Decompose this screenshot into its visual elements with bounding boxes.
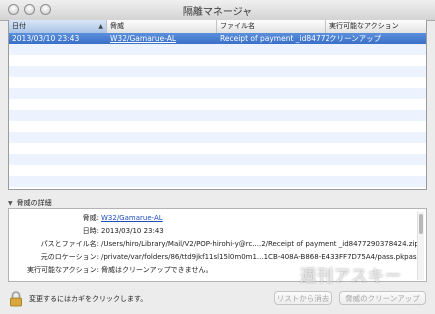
detail-value: 2013/03/10 23:43 — [101, 227, 164, 235]
empty-row — [9, 44, 426, 55]
empty-row — [9, 66, 426, 77]
column-header-date[interactable]: 日付 ▲ — [9, 20, 107, 33]
threat-table[interactable]: 日付 ▲ 脅威 ファイル名 実行可能なアクション 2013/03/10 23:4… — [8, 20, 427, 190]
detail-label: 元のロケーション: — [40, 253, 99, 261]
watermark-logo: 週刊アスキー — [300, 266, 403, 285]
detail-label: 日時: — [82, 227, 99, 235]
column-header-filename[interactable]: ファイル名 — [217, 20, 326, 33]
remove-from-list-button[interactable]: リストから消去 — [274, 291, 332, 305]
empty-row — [9, 121, 426, 132]
empty-row — [9, 143, 426, 154]
detail-label: 実行可能なアクション: — [26, 266, 99, 274]
empty-row — [9, 77, 426, 88]
empty-row — [9, 154, 426, 165]
detail-row-location: 元のロケーション: /private/var/folders/86/ttd9jk… — [9, 252, 421, 262]
cell-threat-link[interactable]: W32/Gamarue-AL — [107, 33, 220, 44]
cell-filename: Receipt of payment _id84772... — [220, 34, 329, 43]
table-header: 日付 ▲ 脅威 ファイル名 実行可能なアクション — [9, 20, 426, 34]
detail-value: /private/var/folders/86/ttd9jkf11sl15l0m… — [101, 253, 421, 261]
lock-status-text: 変更するにはカギをクリックします。 — [29, 295, 148, 303]
column-header-threat[interactable]: 脅威 — [107, 20, 217, 33]
sort-ascending-icon: ▲ — [98, 23, 103, 30]
detail-threat-link[interactable]: W32/Gamarue-AL — [101, 213, 421, 223]
empty-row — [9, 110, 426, 121]
column-header-label: 日付 — [12, 22, 26, 30]
window-title: 隔離マネージャ — [182, 7, 253, 18]
scrollbar-thumb[interactable] — [419, 214, 423, 234]
quarantine-manager-window: 隔離マネージャ 日付 ▲ 脅威 ファイル名 実行可能なアクション 2013/03… — [0, 0, 435, 314]
empty-row — [9, 165, 426, 176]
titlebar: 隔離マネージャ — [0, 0, 435, 21]
details-scrollbar[interactable] — [417, 212, 424, 280]
details-disclosure[interactable]: ▼ 脅威の詳細 — [8, 198, 52, 208]
detail-row-threat: 脅威: W32/Gamarue-AL — [9, 213, 419, 223]
cell-action: クリーンアップ — [329, 34, 382, 43]
disclosure-triangle-icon[interactable]: ▼ — [8, 200, 13, 207]
table-row[interactable]: 2013/03/10 23:43 W32/Gamarue-AL Receipt … — [9, 33, 426, 44]
cell-date: 2013/03/10 23:43 — [12, 34, 80, 43]
empty-row — [9, 132, 426, 143]
empty-row — [9, 88, 426, 99]
table-body: 2013/03/10 23:43 W32/Gamarue-AL Receipt … — [9, 33, 426, 189]
detail-row-path: パスとファイル名: /Users/hiro/Library/Mail/V2/PO… — [9, 239, 419, 249]
lock-icon[interactable] — [9, 291, 23, 307]
empty-row — [9, 55, 426, 66]
empty-row — [9, 176, 426, 187]
clean-threat-button[interactable]: 脅威のクリーンアップ — [339, 291, 426, 305]
detail-value: /Users/hiro/Library/Mail/V2/POP-hirohi-y… — [101, 240, 419, 248]
empty-row — [9, 99, 426, 110]
column-header-action[interactable]: 実行可能なアクション — [326, 20, 426, 33]
status-bar: 変更するにはカギをクリックします。 リストから消去 脅威のクリーンアップ — [0, 285, 435, 314]
details-header-label: 脅威の詳細 — [16, 199, 52, 207]
detail-label: パスとファイル名: — [40, 240, 99, 248]
detail-label: 脅威: — [82, 214, 99, 222]
detail-row-date: 日時: 2013/03/10 23:43 — [9, 226, 419, 236]
